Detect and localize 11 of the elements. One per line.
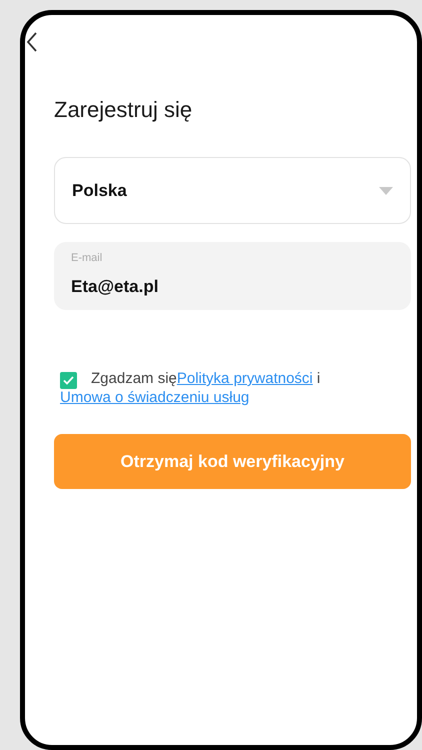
country-select[interactable]: Polska [54,157,411,224]
email-input[interactable]: Eta@eta.pl [71,274,394,299]
page-title: Zarejestruj się [54,96,192,124]
back-button[interactable] [26,31,38,53]
email-field[interactable]: E-mail Eta@eta.pl [54,242,411,310]
agree-checkbox[interactable] [60,372,77,389]
field-label: E-mail [71,251,102,266]
back-icon [26,31,38,53]
check-icon [63,376,74,385]
consent-text: Zgadzam sięPolityka prywatności i Umowa o świadczeniu usług [59,370,322,407]
dropdown-caret-icon [379,186,393,194]
